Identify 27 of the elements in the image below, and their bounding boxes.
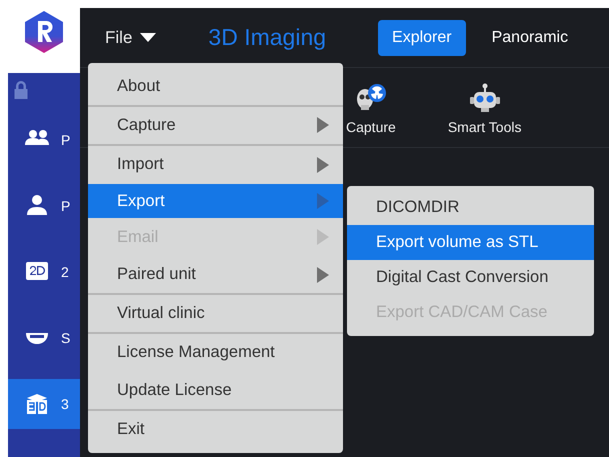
view-tab[interactable]: Panoramic (478, 20, 582, 56)
menu-item[interactable]: Exit (88, 410, 343, 449)
menu-item[interactable]: Export volume as STL (347, 225, 594, 260)
menu-item[interactable]: Capture (88, 107, 343, 146)
toolbar-button[interactable]: Smart Tools (448, 83, 522, 135)
sidebar-label: P (61, 132, 70, 148)
toolbar-button[interactable]: Capture (346, 83, 396, 135)
sidebar-item[interactable]: S (8, 313, 80, 363)
sidebar-label: 2 (61, 264, 69, 280)
menu-item[interactable]: About (88, 67, 343, 107)
file-menu-button[interactable]: File (105, 28, 156, 48)
menu-item[interactable]: Export (88, 184, 343, 218)
menu-item[interactable]: Import (88, 146, 343, 184)
sidebar-label: 3 (61, 396, 69, 412)
app-title: 3D Imaging (208, 24, 326, 51)
sidebar-label: S (61, 330, 70, 346)
menu-item[interactable]: Digital Cast Conversion (347, 260, 594, 295)
sidebar-item[interactable]: 2 (8, 247, 80, 297)
sidebar-item[interactable]: P (8, 181, 80, 231)
menu-item[interactable]: Paired unit (88, 256, 343, 295)
view-tab[interactable]: Explorer (378, 20, 466, 56)
menu-item[interactable]: Update License (88, 372, 343, 410)
sidebar-item[interactable]: P (8, 115, 80, 165)
menu-item[interactable]: Virtual clinic (88, 295, 343, 334)
menu-item[interactable]: DICOMDIR (347, 190, 594, 225)
sidebar-label: P (61, 198, 70, 214)
menu-item[interactable]: License Management (88, 334, 343, 372)
